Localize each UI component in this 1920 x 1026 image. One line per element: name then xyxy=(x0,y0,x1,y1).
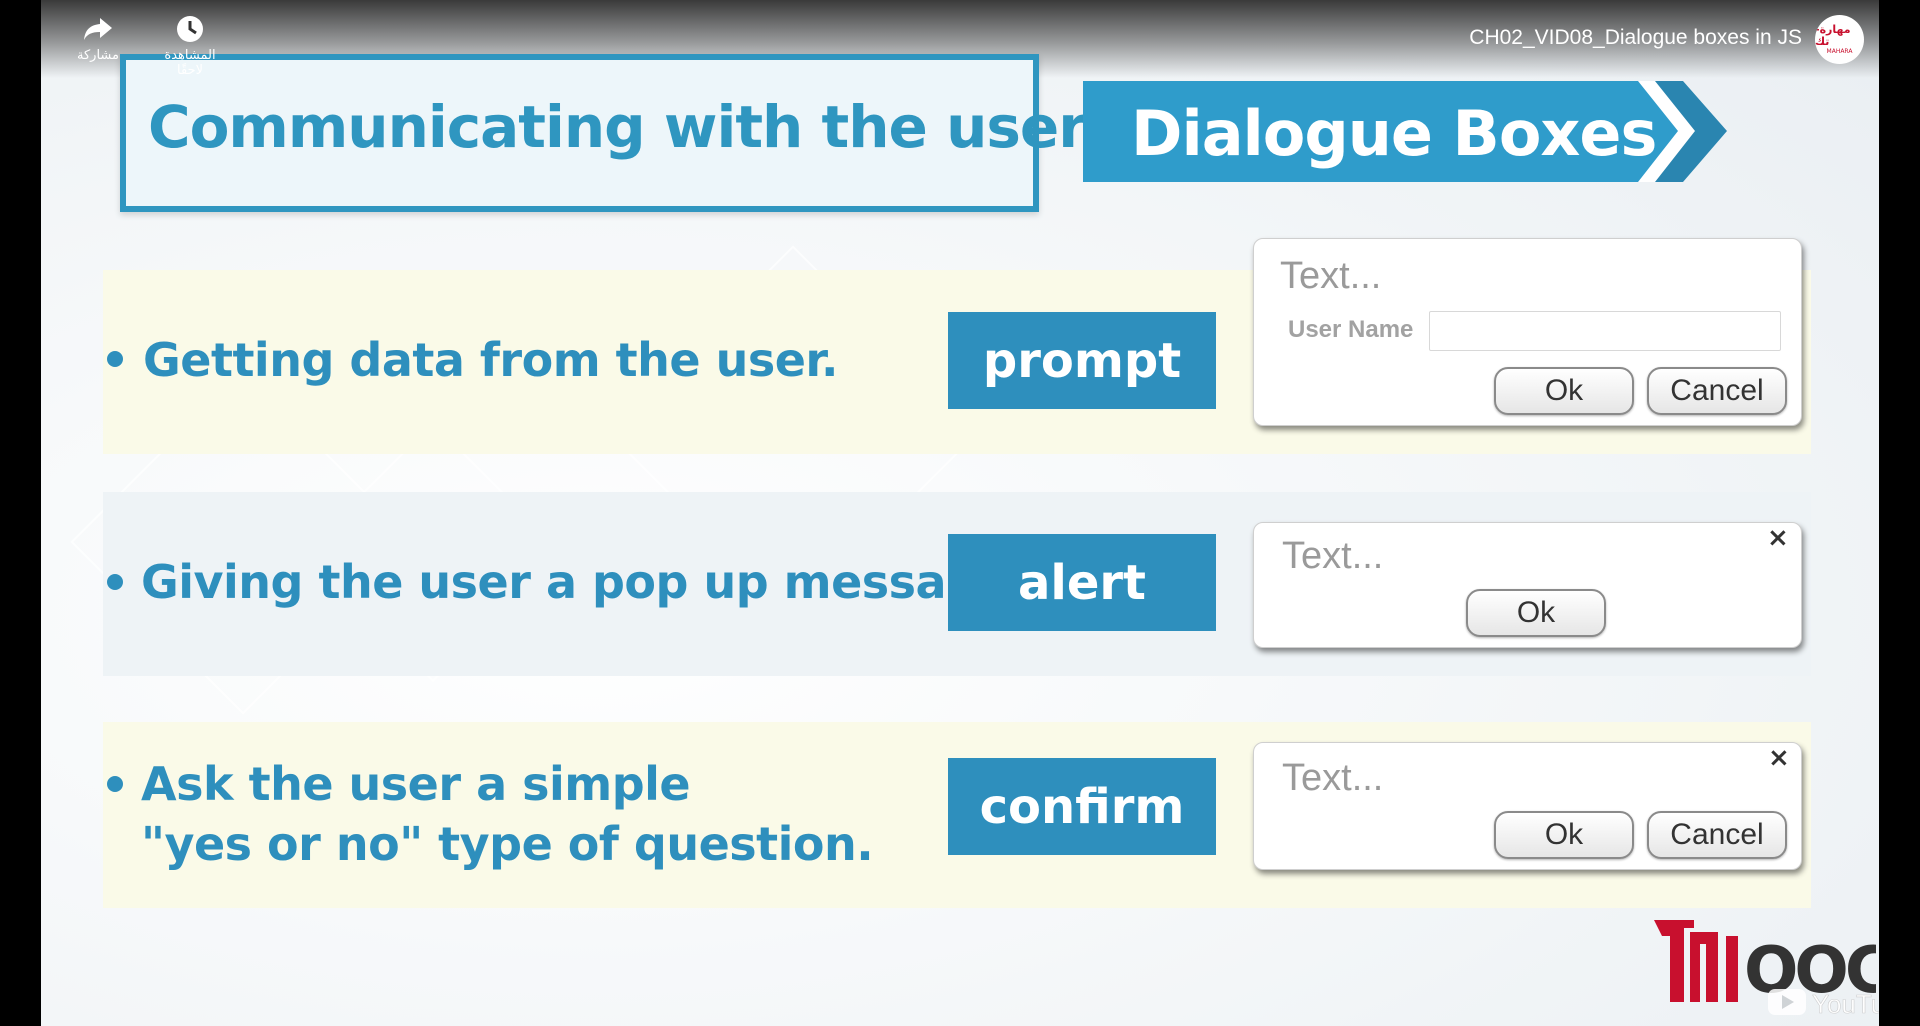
youtube-logo-icon: YouTube xyxy=(1768,989,1879,1019)
dialogue-boxes-banner: Dialogue Boxes xyxy=(1083,81,1727,182)
alert-dialog: Text... × Ok xyxy=(1253,522,1802,648)
watch-later-button[interactable]: المشاهدة لاحقًا xyxy=(150,14,230,78)
tag-confirm: confirm xyxy=(948,758,1216,855)
bullet-line: Getting data from the user. xyxy=(143,333,839,387)
slide-title: Communicating with the user xyxy=(148,93,1087,161)
svg-text:YouTube: YouTube xyxy=(1812,989,1879,1019)
confirm-close-icon[interactable]: × xyxy=(1768,743,1790,773)
share-icon xyxy=(84,18,112,40)
prompt-ok-button[interactable]: Ok xyxy=(1494,367,1634,415)
tag-prompt: prompt xyxy=(948,312,1216,409)
user-name-label: User Name xyxy=(1288,316,1414,343)
bullet-prompt: Getting data from the user. xyxy=(143,330,839,390)
alert-ok-button[interactable]: Ok xyxy=(1466,589,1606,637)
alert-close-icon[interactable]: × xyxy=(1767,523,1789,553)
bullet-dot xyxy=(107,351,123,367)
video-frame[interactable]: Communicating with the user Dialogue Box… xyxy=(41,0,1879,1026)
channel-avatar-text: مهارة-تك xyxy=(1815,22,1851,48)
youtube-watermark[interactable]: YouTube xyxy=(1766,983,1879,1023)
tag-alert: alert xyxy=(948,534,1216,631)
video-title[interactable]: CH02_VID08_Dialogue boxes in JS xyxy=(1469,26,1802,50)
bullet-alert: Giving the user a pop up message. xyxy=(141,552,1027,612)
confirm-dialog: Text... × Ok Cancel xyxy=(1253,742,1802,870)
youtube-top-bar: مشاركة المشاهدة لاحقًا CH02_VID08_Dialog… xyxy=(0,0,1920,78)
title-frame: Communicating with the user xyxy=(120,54,1087,212)
share-button[interactable]: مشاركة xyxy=(70,14,126,63)
bullet-confirm: Ask the user a simple "yes or no" type o… xyxy=(141,754,874,874)
confirm-dialog-text: Text... xyxy=(1282,757,1384,799)
alert-dialog-text: Text... xyxy=(1282,535,1384,577)
user-name-input[interactable] xyxy=(1429,311,1781,351)
channel-avatar[interactable]: مهارة-تك MAHARA xyxy=(1815,15,1864,64)
bullet-dot xyxy=(107,574,123,590)
banner-title: Dialogue Boxes xyxy=(1131,97,1657,170)
bullet-line: Ask the user a simple xyxy=(141,757,691,811)
prompt-cancel-button[interactable]: Cancel xyxy=(1647,367,1787,415)
prompt-dialog-text: Text... xyxy=(1280,255,1382,297)
confirm-cancel-button[interactable]: Cancel xyxy=(1647,811,1787,859)
prompt-dialog: Text... User Name Ok Cancel xyxy=(1253,238,1802,426)
clock-icon xyxy=(177,16,203,42)
bullet-line: Giving the user a pop up message. xyxy=(141,555,1027,609)
confirm-ok-button[interactable]: Ok xyxy=(1494,811,1634,859)
share-label: مشاركة xyxy=(77,48,119,63)
watch-later-label: المشاهدة لاحقًا xyxy=(164,48,216,78)
channel-avatar-subtext: MAHARA xyxy=(1826,47,1853,55)
bullet-line: "yes or no" type of question. xyxy=(141,817,874,871)
bullet-dot xyxy=(107,776,123,792)
